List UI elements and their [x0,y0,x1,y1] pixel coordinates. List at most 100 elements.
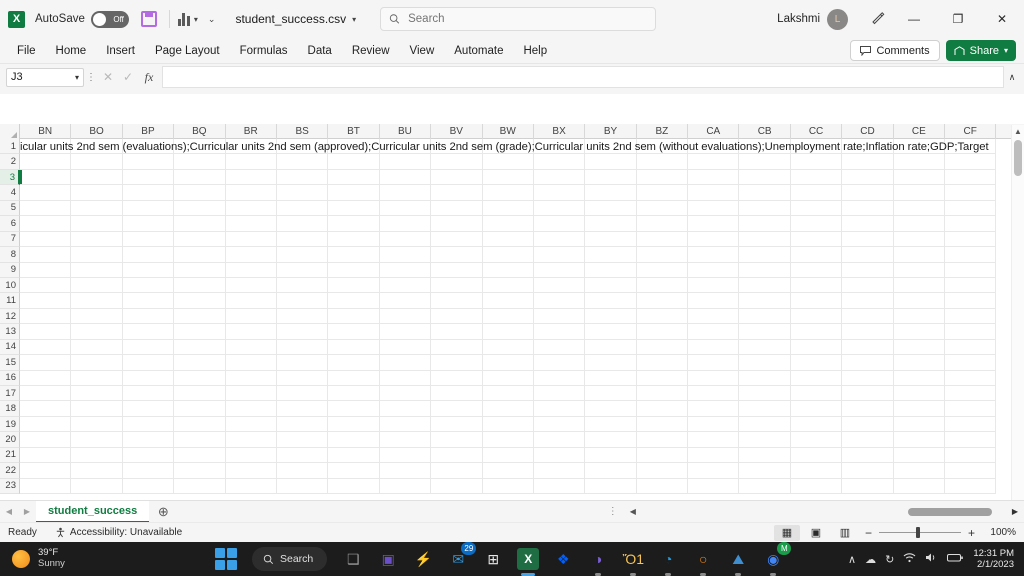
cell-bv7[interactable] [431,231,483,248]
cell-bz13[interactable] [636,324,689,340]
cell-bt9[interactable] [328,262,380,278]
cell-ca2[interactable] [688,154,740,170]
cell-bs18[interactable] [276,401,329,417]
cell-ce23[interactable] [893,478,946,495]
cell-bs12[interactable] [276,308,329,325]
cell-ca21[interactable] [688,447,740,464]
cell-bn10[interactable] [20,277,72,294]
cell-bp14[interactable] [122,339,175,356]
cell-bn3[interactable] [20,169,72,186]
cell-bt14[interactable] [328,339,380,356]
zoom-in-button[interactable]: + [964,526,979,540]
cell-bx1[interactable] [533,139,586,155]
cell-bz16[interactable] [636,370,689,386]
cell-bz8[interactable] [636,247,689,263]
cell-ce22[interactable] [893,463,946,479]
cell-ca4[interactable] [688,185,740,201]
row-header-8[interactable]: 8 [0,247,20,263]
cell-bn9[interactable] [20,262,72,278]
cell-bt13[interactable] [328,324,380,340]
cell-cc11[interactable] [790,293,843,309]
cell-by10[interactable] [585,277,637,294]
search-box[interactable] [380,7,656,31]
cell-bz7[interactable] [636,231,689,248]
comments-button[interactable]: Comments [850,40,940,61]
cell-br14[interactable] [225,339,277,356]
cell-by21[interactable] [585,447,637,464]
cell-bu8[interactable] [379,247,432,263]
cell-ce4[interactable] [893,185,946,201]
cell-bw4[interactable] [482,185,534,201]
cell-bo10[interactable] [71,277,123,294]
cell-by11[interactable] [585,293,637,309]
cell-cd6[interactable] [842,216,894,232]
cell-bq1[interactable] [174,139,226,155]
cell-bw23[interactable] [482,478,534,495]
cell-bp18[interactable] [122,401,175,417]
cell-ca5[interactable] [688,200,740,217]
cell-ca3[interactable] [688,169,740,186]
row-header-2[interactable]: 2 [0,154,20,170]
cell-cd23[interactable] [842,478,894,495]
cell-bn15[interactable] [20,355,72,371]
cell-bu13[interactable] [379,324,432,340]
cell-cc19[interactable] [790,416,843,433]
cell-bv5[interactable] [431,200,483,217]
cell-cb19[interactable] [739,416,791,433]
cell-bs23[interactable] [276,478,329,495]
cell-cf11[interactable] [945,293,997,309]
cell-br13[interactable] [225,324,277,340]
column-header-bt[interactable]: BT [328,124,380,139]
cell-bq15[interactable] [174,355,226,371]
cell-bw12[interactable] [482,308,534,325]
cell-bw17[interactable] [482,386,534,402]
cell-ce7[interactable] [893,231,946,248]
cell-bq9[interactable] [174,262,226,278]
cell-bq18[interactable] [174,401,226,417]
cell-cc23[interactable] [790,478,843,495]
horizontal-scroll-thumb[interactable] [907,507,992,516]
cell-bv12[interactable] [431,308,483,325]
cell-cd7[interactable] [842,231,894,248]
zoom-out-button[interactable]: − [861,526,876,540]
cell-bv14[interactable] [431,339,483,356]
cell-bo14[interactable] [71,339,123,356]
cell-bv2[interactable] [431,154,483,170]
cell-bp2[interactable] [122,154,175,170]
column-header-bp[interactable]: BP [123,124,175,139]
cell-ca10[interactable] [688,277,740,294]
cell-bx20[interactable] [533,432,586,448]
cell-bv11[interactable] [431,293,483,309]
cell-bz17[interactable] [636,386,689,402]
cell-bv21[interactable] [431,447,483,464]
cell-cc12[interactable] [790,308,843,325]
cell-bn13[interactable] [20,324,72,340]
cell-br15[interactable] [225,355,277,371]
cell-bx9[interactable] [533,262,586,278]
cell-cb4[interactable] [739,185,791,201]
cell-bo4[interactable] [71,185,123,201]
tab-formulas[interactable]: Formulas [231,41,297,61]
cell-bt12[interactable] [328,308,380,325]
cell-bw19[interactable] [482,416,534,433]
cell-bp1[interactable] [122,139,175,155]
cell-bq19[interactable] [174,416,226,433]
cell-bw20[interactable] [482,432,534,448]
cell-cd9[interactable] [842,262,894,278]
column-header-br[interactable]: BR [226,124,277,139]
cell-bs5[interactable] [276,200,329,217]
grid-body[interactable]: 1 icular units 2nd sem (evaluations);Curr… [0,139,1024,500]
autosave-toggle[interactable]: Off [90,10,129,28]
cell-bn2[interactable] [20,154,72,170]
cell-bp23[interactable] [122,478,175,495]
cell-by1[interactable] [585,139,637,155]
cell-bs20[interactable] [276,432,329,448]
cell-bz4[interactable] [636,185,689,201]
cell-bv9[interactable] [431,262,483,278]
cell-cd13[interactable] [842,324,894,340]
cell-by22[interactable] [585,463,637,479]
cell-ca16[interactable] [688,370,740,386]
cell-br3[interactable] [225,169,277,186]
tab-view[interactable]: View [401,41,444,61]
cell-br11[interactable] [225,293,277,309]
